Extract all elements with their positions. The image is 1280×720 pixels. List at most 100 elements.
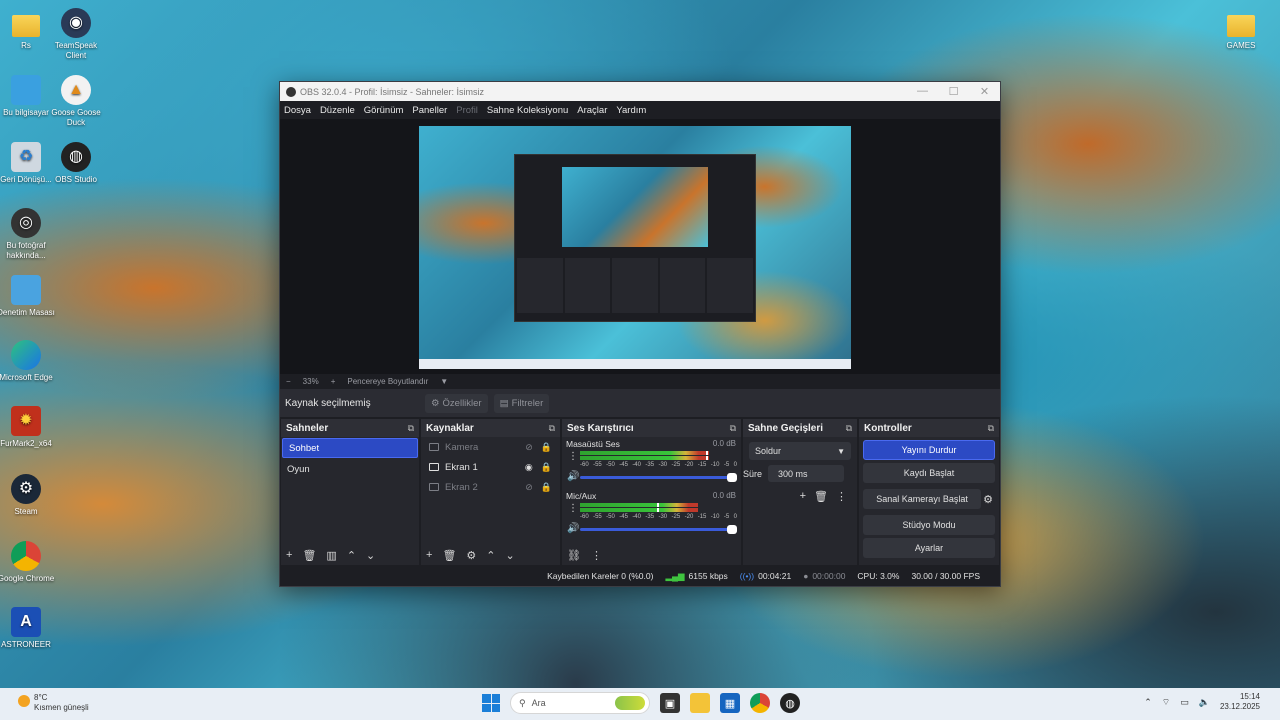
desktop-icon-astroneer[interactable]: A ASTRONEER (0, 607, 56, 650)
chevron-down-icon[interactable]: ▼ (440, 377, 448, 386)
gear-icon[interactable]: ⚙ (466, 549, 476, 562)
start-recording-button[interactable]: Kaydı Başlat (863, 463, 995, 483)
lock-icon[interactable]: 🔒 (541, 442, 552, 453)
settings-button[interactable]: Ayarlar (863, 538, 995, 558)
desktop-icon-obs[interactable]: ◍ OBS Studio (46, 142, 106, 185)
menu-file[interactable]: Dosya (284, 105, 311, 116)
mixer-header: Ses Karıştırıcı ⧉ (562, 419, 741, 437)
menu-tools[interactable]: Araçlar (577, 105, 607, 116)
channel-menu-icon[interactable]: ⋮ (568, 451, 578, 462)
minimize-button[interactable]: — (907, 85, 938, 98)
meter-scale: -60 -55 -50 -45 -40 -35 -30 -25 -20 -15 -10 -5 0 (580, 462, 737, 468)
filter-icon[interactable]: ▥ (326, 549, 336, 562)
obs-logo-icon (286, 86, 296, 97)
start-virtual-cam-button[interactable]: Sanal Kamerayı Başlat (863, 489, 982, 509)
desktop-icon-edge[interactable]: Microsoft Edge (0, 340, 56, 383)
slider-knob[interactable] (727, 525, 737, 534)
slider-knob[interactable] (727, 473, 737, 482)
trash-icon[interactable]: 🗑 (302, 549, 316, 562)
move-down-icon[interactable]: ⌄ (506, 549, 515, 562)
search-box[interactable]: ⚲ Ara (510, 692, 650, 714)
desktop-icon-control-panel[interactable]: Denetim Masası (0, 275, 56, 318)
transition-select[interactable]: Soldur ▼ (749, 442, 851, 460)
desktop-icon-goose[interactable]: ▲ Goose Goose Duck (46, 75, 106, 128)
trash-icon[interactable]: 🗑 (442, 549, 456, 562)
menu-view[interactable]: Görünüm (364, 105, 404, 116)
lock-icon[interactable]: 🔒 (541, 462, 552, 473)
clock[interactable]: 15:14 23.12.2025 (1220, 692, 1260, 712)
meter-tick-label: -5 (723, 462, 730, 468)
undock-icon[interactable]: ⧉ (549, 423, 555, 434)
add-icon[interactable]: + (426, 549, 432, 561)
cpu-usage: CPU: 3.0% (857, 571, 900, 581)
close-button[interactable]: ✕ (969, 85, 1000, 98)
undock-icon[interactable]: ⧉ (846, 423, 852, 434)
menu-profile[interactable]: Profil (456, 105, 478, 116)
speaker-icon[interactable]: 🔊 (567, 523, 579, 534)
preview-area[interactable] (280, 119, 1000, 374)
menu-scene-collection[interactable]: Sahne Koleksiyonu (487, 105, 568, 116)
windows-start-icon[interactable] (482, 694, 500, 712)
display-icon[interactable]: ▭ (1180, 697, 1189, 708)
store-icon[interactable]: ▦ (720, 693, 740, 713)
mixer-channel-mic: Mic/Aux 0.0 dB ⋮ -60 -55 -50 -45 -40 -35 -30 -2… (566, 491, 737, 534)
move-up-icon[interactable]: ⌃ (347, 549, 356, 562)
studio-mode-button[interactable]: Stüdyo Modu (863, 515, 995, 535)
add-icon[interactable]: + (800, 490, 806, 503)
add-icon[interactable]: + (286, 549, 292, 561)
trash-icon[interactable]: 🗑 (814, 490, 828, 503)
fit-to-window[interactable]: Pencereye Boyutlandır (347, 377, 428, 386)
stop-stream-button[interactable]: Yayını Durdur (863, 440, 995, 460)
speaker-icon[interactable]: 🔊 (567, 471, 579, 482)
obs-taskbar-icon[interactable]: ◍ (780, 693, 800, 713)
desktop-icon-steam[interactable]: ⚙ Steam (0, 474, 56, 517)
undock-icon[interactable]: ⧉ (730, 423, 736, 434)
visibility-off-icon[interactable]: ⊘ (525, 482, 533, 493)
filter-icon: ▤ (499, 397, 509, 409)
desktop-icon-about-photo[interactable]: ◎ Bu fotoğraf hakkında... (0, 208, 56, 261)
menu-edit[interactable]: Düzenle (320, 105, 355, 116)
zoom-out-button[interactable]: − (286, 377, 291, 386)
volume-icon[interactable]: 🔈 (1199, 697, 1210, 708)
scene-item[interactable]: Sohbet (282, 438, 418, 458)
stream-time: 00:04:21 (758, 571, 792, 581)
source-item[interactable]: Kamera ⊘ 🔒 (421, 437, 560, 457)
visibility-off-icon[interactable]: ⊘ (525, 442, 533, 453)
duration-input[interactable]: 300 ms (768, 465, 845, 482)
source-item[interactable]: Ekran 2 ⊘ 🔒 (421, 477, 560, 497)
stream-preview[interactable] (419, 126, 851, 369)
scene-item[interactable]: Oyun (281, 459, 419, 479)
desktop-icon-furmark[interactable]: ✹ FurMark2_x64 (0, 406, 56, 449)
more-icon[interactable]: ⋮ (836, 490, 847, 503)
desktop-icon-games[interactable]: GAMES (1211, 8, 1271, 51)
file-explorer-icon[interactable] (690, 693, 710, 713)
volume-slider[interactable] (580, 473, 737, 482)
task-view-icon[interactable]: ▣ (660, 693, 680, 713)
properties-button[interactable]: ⚙ Özellikler (425, 393, 488, 413)
zoom-in-button[interactable]: + (331, 377, 336, 386)
more-icon[interactable]: ⋮ (591, 549, 602, 562)
desktop-icon-teamspeak[interactable]: ◉ TeamSpeak Client (46, 8, 106, 61)
menu-help[interactable]: Yardım (616, 105, 646, 116)
chevron-up-icon[interactable]: ⌃ (1144, 697, 1152, 708)
undock-icon[interactable]: ⧉ (408, 423, 414, 434)
network-icon[interactable]: ⌔ (1162, 697, 1170, 708)
move-up-icon[interactable]: ⌃ (486, 549, 495, 562)
source-item[interactable]: Ekran 1 ◉ 🔒 (421, 457, 560, 477)
meter-tick-label: -40 (632, 462, 641, 468)
maximize-button[interactable]: ☐ (938, 85, 969, 98)
move-down-icon[interactable]: ⌄ (366, 549, 375, 562)
filters-button[interactable]: ▤ Filtreler (493, 393, 550, 413)
link-icon[interactable]: ⛓ (567, 549, 581, 562)
visibility-icon[interactable]: ◉ (525, 462, 533, 473)
menu-docks[interactable]: Paneller (412, 105, 447, 116)
lock-icon[interactable]: 🔒 (541, 482, 552, 493)
record-icon: ● (803, 571, 809, 581)
volume-slider[interactable] (580, 525, 737, 534)
channel-menu-icon[interactable]: ⋮ (568, 503, 578, 514)
weather-widget[interactable]: 8°C Kısmen güneşli (18, 693, 89, 713)
chrome-taskbar-icon[interactable] (750, 693, 770, 713)
undock-icon[interactable]: ⧉ (988, 423, 994, 434)
desktop-icon-chrome[interactable]: Google Chrome (0, 541, 56, 584)
gear-icon[interactable]: ⚙ (983, 493, 993, 506)
